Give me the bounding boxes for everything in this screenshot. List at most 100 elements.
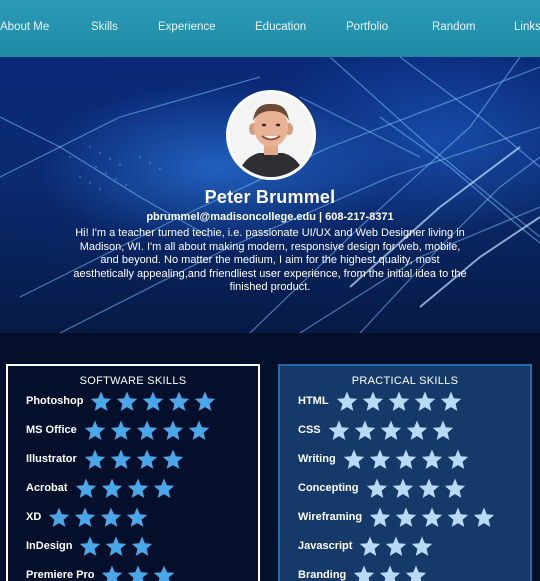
nav-about-me[interactable]: About Me [0, 21, 49, 33]
star-icon [75, 507, 96, 527]
software-skill-rating [74, 477, 178, 499]
star-icon [406, 420, 427, 440]
software-skill-label: Photoshop [26, 395, 84, 407]
nav-experience[interactable]: Experience [158, 21, 216, 33]
star-icon [143, 391, 164, 411]
star-icon [406, 565, 427, 581]
star-icon [395, 507, 417, 527]
star-icon [354, 420, 375, 440]
star-icon [136, 449, 157, 469]
star-icon [153, 478, 174, 498]
practical-skill-row: Wireframing [298, 507, 498, 527]
star-icon [473, 507, 495, 527]
star-icon [188, 420, 209, 440]
star-icon [388, 391, 409, 411]
practical-skills-panel: PRACTICAL SKILLS HTML CSS Writing Conceptin… [278, 364, 532, 581]
software-skills-panel: SOFTWARE SKILLS Photoshop MS Office Illust… [6, 364, 260, 581]
software-skills-title: SOFTWARE SKILLS [79, 375, 187, 387]
star-icon [101, 478, 122, 498]
star-icon [421, 449, 442, 469]
software-skill-label: Illustrator [26, 453, 77, 465]
star-icon [328, 420, 349, 440]
star-icon [447, 449, 468, 469]
practical-skill-rating [327, 419, 457, 441]
software-skill-label: MS Office [26, 424, 77, 436]
star-icon [380, 565, 401, 581]
star-icon [127, 478, 148, 498]
practical-skill-rating [368, 506, 498, 528]
software-skill-row: Illustrator [26, 449, 187, 469]
software-skill-row: InDesign [26, 536, 156, 556]
star-icon [444, 478, 465, 498]
software-skill-row: Photoshop [26, 391, 219, 411]
star-icon [84, 449, 105, 469]
practical-skills-title: PRACTICAL SKILLS [351, 375, 459, 387]
star-icon [414, 391, 435, 411]
software-skill-row: Premiere Pro [26, 565, 178, 581]
practical-skill-label: Branding [298, 569, 347, 581]
star-icon [412, 536, 433, 556]
nav-links[interactable]: Links [514, 21, 540, 33]
software-skill-row: Acrobat [26, 478, 178, 498]
practical-skill-rating [358, 535, 436, 557]
star-icon [386, 536, 407, 556]
star-icon [418, 478, 439, 498]
practical-skill-row: Javascript [298, 536, 436, 556]
profile-contact: pbrummel@madisoncollege.edu | 608-217-83… [146, 211, 394, 223]
star-icon [102, 565, 123, 581]
star-icon [80, 536, 101, 556]
star-icon [106, 536, 127, 556]
software-skill-rating [78, 535, 156, 557]
star-icon [128, 565, 149, 581]
star-icon [369, 507, 391, 527]
practical-skill-rating [342, 448, 472, 470]
star-icon [440, 391, 461, 411]
star-icon [154, 565, 175, 581]
practical-skill-label: CSS [298, 424, 321, 436]
star-icon [49, 507, 70, 527]
software-skill-rating [89, 390, 219, 412]
practical-skill-row: CSS [298, 420, 457, 440]
star-icon [392, 478, 413, 498]
profile-bio: Hi! I'm a teacher turned techie, i.e. pa… [73, 227, 467, 293]
nav-random[interactable]: Random [432, 21, 475, 33]
practical-skill-label: Writing [298, 453, 336, 465]
star-icon [91, 391, 112, 411]
star-icon [362, 391, 383, 411]
nav-portfolio[interactable]: Portfolio [346, 21, 388, 33]
practical-skill-row: Branding [298, 565, 430, 581]
star-icon [336, 391, 357, 411]
software-skill-rating [100, 564, 178, 581]
top-nav: About Me Skills Experience Education Por… [0, 0, 540, 57]
star-icon [354, 565, 375, 581]
software-skill-label: XD [26, 511, 42, 523]
star-icon [162, 420, 183, 440]
profile-photo [229, 93, 313, 177]
practical-skill-row: Writing [298, 449, 472, 469]
software-skill-label: InDesign [26, 540, 73, 552]
star-icon [110, 449, 131, 469]
practical-skill-label: HTML [298, 395, 329, 407]
star-icon [84, 420, 105, 440]
practical-skill-row: HTML [298, 391, 465, 411]
nav-education[interactable]: Education [255, 21, 306, 33]
software-skill-label: Premiere Pro [26, 569, 95, 581]
software-skill-label: Acrobat [26, 482, 68, 494]
software-skill-row: XD [26, 507, 151, 527]
software-skill-row: MS Office [26, 420, 213, 440]
star-icon [75, 478, 96, 498]
hero-banner: Peter Brummel pbrummel@madisoncollege.ed… [0, 57, 540, 333]
software-skill-rating [47, 506, 151, 528]
star-icon [366, 478, 387, 498]
star-icon [195, 391, 216, 411]
profile-name: Peter Brummel [204, 187, 336, 207]
star-icon [380, 420, 401, 440]
avatar [226, 90, 316, 180]
practical-skill-row: Concepting [298, 478, 469, 498]
star-icon [136, 420, 157, 440]
star-icon [447, 507, 469, 527]
practical-skill-rating [365, 477, 469, 499]
nav-skills[interactable]: Skills [91, 21, 118, 33]
star-icon [395, 449, 416, 469]
star-icon [132, 536, 153, 556]
